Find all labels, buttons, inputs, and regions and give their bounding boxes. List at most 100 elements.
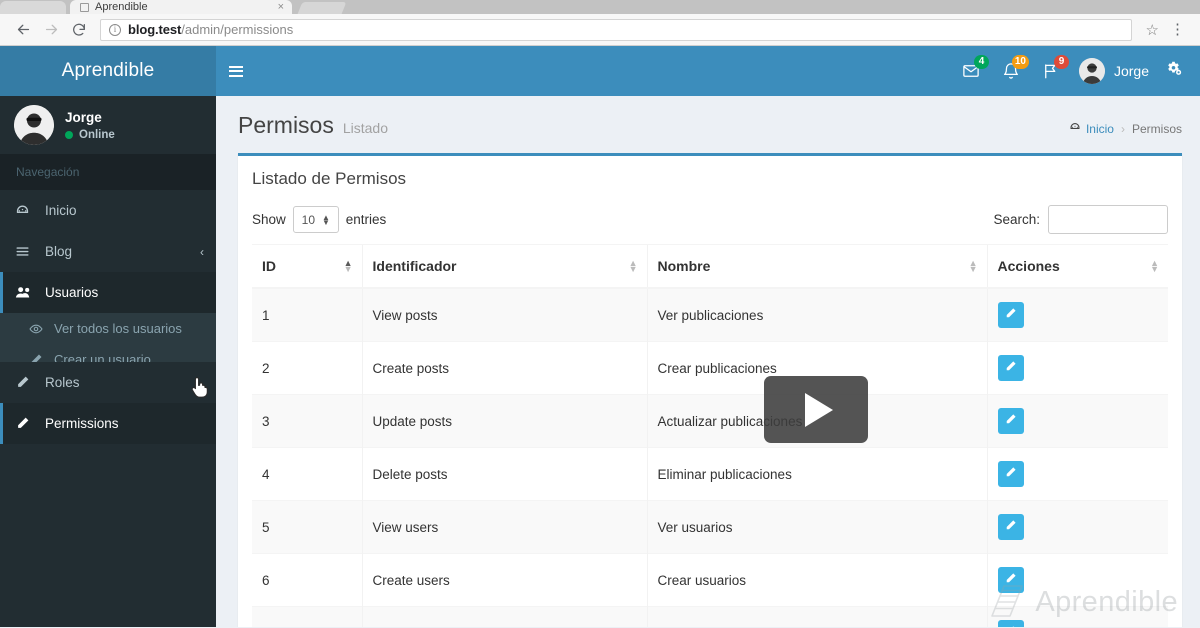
column-header-identificador[interactable]: Identificador ▲ ▼: [361, 244, 647, 289]
pencil-icon: [1004, 360, 1017, 376]
edit-button[interactable]: [997, 620, 1024, 627]
sidebar-user-name: Jorge: [65, 109, 102, 125]
url-path: /admin/permissions: [181, 22, 294, 37]
sidebar-item-roles[interactable]: Roles: [0, 362, 216, 403]
sort-none-icon: ▲ ▼: [1150, 258, 1159, 274]
sidebar-user-panel[interactable]: Jorge Online: [0, 96, 216, 154]
bars-icon: [15, 244, 35, 259]
tasks-badge: 9: [1053, 55, 1069, 69]
table-row: 2 Create posts Crear publicaciones: [252, 341, 1168, 395]
browser-tabstrip: Aprendible ×: [0, 0, 1200, 14]
datatable-length-control: Show 10 ▲ ▼ entries: [252, 206, 386, 233]
column-header-label: Nombre: [657, 258, 711, 274]
search-label: Search:: [993, 212, 1040, 227]
address-bar[interactable]: i blog.test/admin/permissions: [100, 18, 1132, 41]
sidebar-item-permissions[interactable]: Permissions: [0, 403, 216, 444]
new-tab-button[interactable]: [297, 2, 347, 14]
notifications-badge: 10: [1011, 55, 1029, 69]
bookmark-star-icon[interactable]: ☆: [1142, 21, 1163, 39]
edit-button[interactable]: [997, 408, 1024, 434]
table-row: 1 View posts Ver publicaciones: [252, 287, 1168, 342]
tasks-menu[interactable]: 9: [1031, 46, 1071, 96]
column-header-label: ID: [262, 258, 276, 274]
url-text: blog.test/admin/permissions: [128, 22, 293, 37]
edit-button[interactable]: [997, 355, 1024, 381]
browser-chrome: Aprendible × i blog.test/admin/permissio…: [0, 0, 1200, 46]
cell-identificador: View posts: [361, 287, 647, 342]
cell-acciones: [986, 500, 1168, 554]
pencil-icon: [1004, 519, 1017, 535]
browser-menu-icon[interactable]: ⋮: [1165, 22, 1190, 37]
avatar: [14, 105, 54, 145]
dashboard-icon: [15, 203, 35, 218]
tab-favicon-icon: [80, 3, 89, 12]
site-info-icon[interactable]: i: [109, 23, 121, 36]
cell-identificador: View users: [361, 500, 647, 554]
length-suffix-label: entries: [345, 212, 387, 227]
back-arrow-icon[interactable]: [10, 17, 36, 43]
user-menu-name: Jorge: [1113, 63, 1149, 79]
cell-acciones: [986, 341, 1168, 395]
gears-icon[interactable]: [1159, 60, 1194, 82]
sort-asc-icon: ▲ ▼: [343, 258, 353, 274]
edit-button[interactable]: [997, 302, 1024, 328]
notifications-menu[interactable]: 10: [991, 46, 1031, 96]
messages-menu[interactable]: 4: [951, 46, 991, 96]
breadcrumb-home-link[interactable]: Inicio: [1069, 121, 1114, 136]
cell-nombre: Crear usuarios: [646, 553, 987, 607]
hamburger-icon: [229, 65, 243, 77]
edit-button[interactable]: [997, 567, 1024, 593]
close-icon[interactable]: ×: [278, 1, 284, 13]
navbar-right: 4 10 9 Jorge: [216, 46, 1200, 96]
page-title: Permisos Listado: [238, 112, 388, 139]
cell-id: 7: [252, 606, 362, 627]
online-status-dot-icon: [65, 130, 73, 139]
box-title: Listado de Permisos: [252, 169, 407, 188]
app-body: Jorge Online Navegación Inicio Blog ‹ Us…: [0, 96, 1200, 627]
tab-inactive-left[interactable]: [0, 1, 66, 14]
cell-identificador: Update users: [361, 606, 647, 627]
cell-identificador: Create users: [361, 553, 647, 607]
eye-icon: [29, 322, 45, 336]
cell-identificador: Update posts: [361, 394, 647, 448]
sidebar-item-blog[interactable]: Blog ‹: [0, 231, 216, 272]
cell-identificador: Create posts: [361, 341, 647, 395]
search-input[interactable]: [1048, 205, 1168, 234]
forward-arrow-icon: [38, 17, 64, 43]
sidebar-user-info: Jorge Online: [65, 110, 115, 141]
user-menu[interactable]: Jorge: [1071, 46, 1159, 96]
entries-per-page-select[interactable]: 10 ▲ ▼: [292, 206, 339, 233]
box-body: Show 10 ▲ ▼ entries Search: ID ▲ ▼ Ident…: [238, 201, 1182, 627]
cell-nombre: Ver publicaciones: [646, 287, 987, 342]
chevron-left-icon: ‹: [200, 244, 204, 259]
messages-badge: 4: [973, 55, 989, 69]
pencil-icon: [15, 416, 35, 431]
sidebar-item-usuarios[interactable]: Usuarios: [0, 272, 216, 313]
pencil-icon: [1004, 625, 1017, 627]
browser-tab-active[interactable]: Aprendible ×: [70, 0, 292, 14]
column-header-acciones[interactable]: Acciones ▲ ▼: [986, 244, 1168, 289]
sidebar-item-inicio[interactable]: Inicio: [0, 190, 216, 231]
navbar-icons: 4 10 9 Jorge: [951, 46, 1194, 96]
reload-icon[interactable]: [66, 17, 92, 43]
dashboard-icon: [1069, 121, 1081, 136]
cell-id: 6: [252, 553, 362, 607]
sidebar-toggle-button[interactable]: [216, 46, 256, 96]
datatable-filter: Search:: [993, 205, 1168, 234]
sidebar-subitem-ver-usuarios[interactable]: Ver todos los usuarios: [0, 313, 216, 344]
page-subtitle: Listado: [342, 120, 389, 136]
permissions-box: Listado de Permisos Show 10 ▲▼ entries: [238, 153, 1182, 627]
column-header-id[interactable]: ID ▲ ▼: [252, 244, 362, 289]
table-row: 5 View users Ver usuarios: [252, 500, 1168, 554]
video-play-button[interactable]: [764, 376, 868, 443]
edit-button[interactable]: [997, 461, 1024, 487]
app-logo[interactable]: Aprendible: [0, 46, 216, 96]
table-row: 4 Delete posts Eliminar publicaciones: [252, 447, 1168, 501]
sidebar-nav-header: Navegación: [0, 154, 216, 190]
sidebar-user-status: Online: [65, 129, 115, 141]
cell-id: 2: [252, 341, 362, 395]
edit-button[interactable]: [997, 514, 1024, 540]
column-header-nombre[interactable]: Nombre ▲ ▼: [646, 244, 987, 289]
table-row: 7Update usersActualizar usuarios: [252, 606, 1168, 627]
page-title-text: Permisos: [238, 112, 334, 138]
